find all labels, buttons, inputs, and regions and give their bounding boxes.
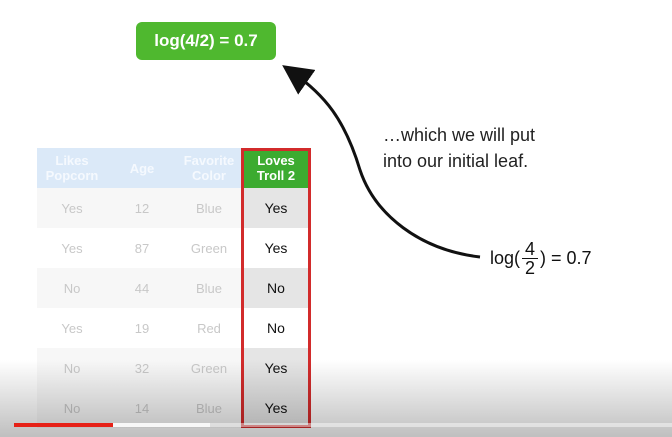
cell-loves: Yes: [241, 388, 311, 428]
cell-age: 14: [107, 388, 177, 428]
cell-age: 44: [107, 268, 177, 308]
formula-prefix: log(: [490, 247, 521, 268]
header-favorite-color: Favorite Color: [177, 148, 241, 188]
log-odds-formula: log( 4 2 ) = 0.7: [490, 236, 592, 280]
cell-age: 87: [107, 228, 177, 268]
cell-age: 19: [107, 308, 177, 348]
formula-suffix: ) = 0.7: [540, 247, 592, 268]
cell-loves: Yes: [241, 348, 311, 388]
header-age: Age: [107, 148, 177, 188]
note-line-1: …which we will put: [383, 125, 536, 145]
cell-color: Red: [177, 308, 241, 348]
table-header-row: Likes Popcorn Age Favorite Color Loves Trol…: [37, 148, 311, 188]
cell-popcorn: Yes: [37, 188, 107, 228]
cell-color: Blue: [177, 188, 241, 228]
cell-loves: No: [241, 268, 311, 308]
cell-color: Green: [177, 228, 241, 268]
cell-popcorn: Yes: [37, 308, 107, 348]
table-row: Yes 87 Green Yes: [37, 228, 311, 268]
cell-age: 32: [107, 348, 177, 388]
training-data-table: Likes Popcorn Age Favorite Color Loves Trol…: [37, 148, 311, 428]
cell-color: Green: [177, 348, 241, 388]
fraction-denominator: 2: [525, 257, 536, 278]
cell-popcorn: No: [37, 388, 107, 428]
cell-popcorn: Yes: [37, 228, 107, 268]
table-row: Yes 19 Red No: [37, 308, 311, 348]
fraction-numerator: 4: [522, 240, 539, 259]
table-row: No 44 Blue No: [37, 268, 311, 308]
video-progress-played[interactable]: [14, 423, 113, 427]
table-row: No 14 Blue Yes: [37, 388, 311, 428]
header-loves-troll-2: Loves Troll 2: [241, 148, 311, 188]
cell-popcorn: No: [37, 268, 107, 308]
table-row: Yes 12 Blue Yes: [37, 188, 311, 228]
cell-loves: Yes: [241, 228, 311, 268]
table-row: No 32 Green Yes: [37, 348, 311, 388]
cell-loves: Yes: [241, 188, 311, 228]
explanation-note: …which we will put into our initial leaf…: [383, 122, 603, 174]
cell-loves: No: [241, 308, 311, 348]
cell-color: Blue: [177, 268, 241, 308]
header-likes-popcorn: Likes Popcorn: [37, 148, 107, 188]
cell-color: Blue: [177, 388, 241, 428]
cell-age: 12: [107, 188, 177, 228]
formula-fraction: 4 2: [522, 240, 539, 278]
cell-popcorn: No: [37, 348, 107, 388]
note-line-2: into our initial leaf.: [383, 151, 529, 171]
